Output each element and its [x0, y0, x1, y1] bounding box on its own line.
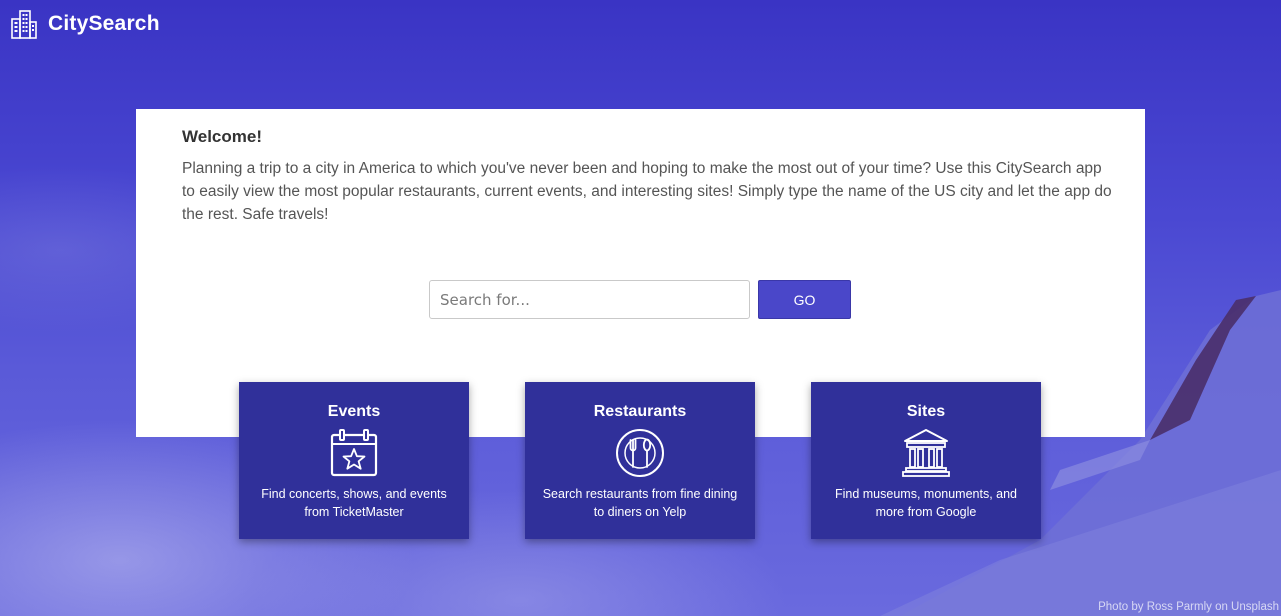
events-card[interactable]: Events Find concerts, shows, and events … — [239, 382, 469, 539]
brand-name: CitySearch — [48, 12, 160, 35]
brand[interactable]: CitySearch — [10, 8, 160, 40]
welcome-text: Planning a trip to a city in America to … — [182, 160, 1112, 223]
card-description: Find museums, monuments, and more from G… — [834, 487, 1018, 519]
card-description: Search restaurants from fine dining to d… — [542, 487, 738, 519]
search-input[interactable] — [429, 280, 750, 319]
restaurants-card[interactable]: Restaurants Search restaurants from fine… — [525, 382, 755, 539]
calendar-star-icon — [330, 429, 378, 477]
card-title: Restaurants — [593, 403, 687, 420]
card-title: Events — [327, 403, 381, 420]
welcome-title: Welcome! — [182, 127, 262, 146]
go-button[interactable]: GO — [758, 280, 851, 319]
card-title: Sites — [906, 403, 946, 420]
city-buildings-icon — [11, 10, 37, 39]
photo-credit[interactable]: Photo by Ross Parmly on Unsplash — [1098, 601, 1279, 613]
plate-fork-spoon-icon — [616, 429, 664, 477]
museum-building-icon — [902, 429, 950, 477]
card-description: Find concerts, shows, and events from Ti… — [261, 487, 447, 519]
sites-card[interactable]: Sites Find museums, monuments, and more … — [811, 382, 1041, 539]
